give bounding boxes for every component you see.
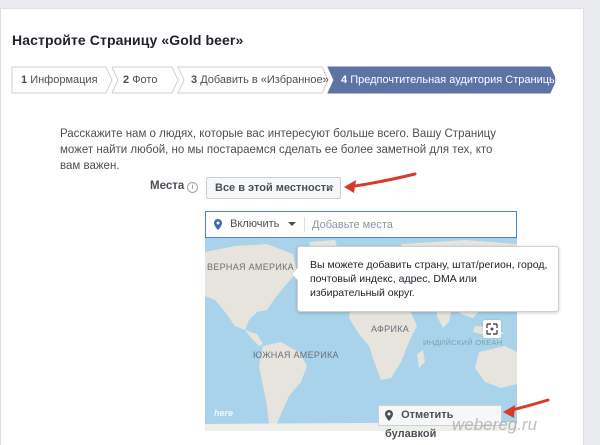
step-label: Фото bbox=[132, 74, 158, 86]
chevron-down-icon bbox=[288, 222, 297, 227]
tooltip-text: Вы можете добавить страну, штат/регион, … bbox=[310, 259, 548, 299]
page-title: Настройте Страницу «Gold beer» bbox=[12, 32, 244, 48]
fullscreen-button[interactable] bbox=[483, 320, 501, 338]
info-icon[interactable]: i bbox=[187, 182, 198, 193]
step-number: 3 bbox=[191, 74, 198, 86]
step-number: 2 bbox=[123, 74, 130, 86]
map-label-africa: АФРИКА bbox=[371, 324, 410, 334]
step-label: Предпочтительная аудитория Страницы bbox=[350, 74, 557, 86]
step-photo[interactable]: 2 Фото bbox=[123, 66, 157, 94]
intro-text: Расскажите нам о людях, которые вас инте… bbox=[60, 128, 496, 172]
step-info[interactable]: 1 Информация bbox=[21, 66, 98, 94]
location-search-box: Включить bbox=[205, 211, 517, 238]
places-scope-dropdown[interactable]: Все в этой местности bbox=[206, 177, 341, 199]
include-label: Включить bbox=[230, 218, 280, 230]
include-dropdown[interactable]: Включить bbox=[214, 212, 297, 237]
dropdown-value: Все в этой местности bbox=[215, 182, 333, 194]
places-tooltip: Вы можете добавить страну, штат/регион, … bbox=[291, 246, 559, 312]
step-audience[interactable]: 4 Предпочтительная аудитория Страницы bbox=[341, 66, 557, 94]
map-label-indian-ocean: ИНДИЙСКИЙ ОКЕАН bbox=[423, 338, 503, 347]
here-logo: here bbox=[214, 408, 234, 418]
map-label-north-america: ВЕРНАЯ АМЕРИКА bbox=[207, 262, 294, 272]
step-label: Информация bbox=[30, 74, 98, 86]
steps-wizard: 1 Информация 2 Фото 3 Добавить в «Избран… bbox=[11, 66, 557, 94]
expand-icon bbox=[486, 323, 498, 335]
divider bbox=[304, 217, 305, 232]
step-label: Добавить в «Избранное» bbox=[200, 74, 329, 86]
map-pin-icon bbox=[214, 218, 222, 230]
watermark: webereg.ru bbox=[452, 415, 538, 434]
location-search-input[interactable] bbox=[310, 214, 514, 236]
chevron-down-icon bbox=[326, 186, 334, 190]
tooltip-arrow-inner bbox=[292, 268, 298, 280]
step-favorites[interactable]: 3 Добавить в «Избранное» bbox=[191, 66, 329, 94]
map-pin-icon bbox=[385, 409, 393, 421]
map-label-south-america: ЮЖНАЯ АМЕРИКА bbox=[253, 350, 339, 360]
step-number: 1 bbox=[21, 74, 28, 86]
step-number: 4 bbox=[341, 74, 348, 86]
places-label: Места bbox=[150, 180, 185, 192]
